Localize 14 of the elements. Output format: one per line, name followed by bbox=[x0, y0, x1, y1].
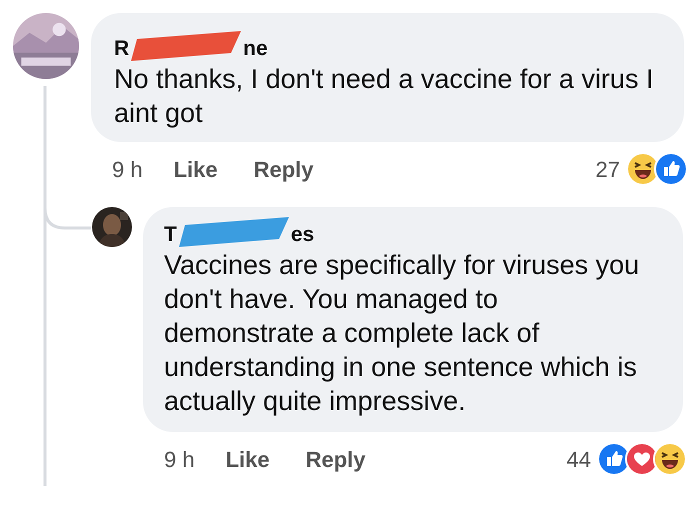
timestamp: 9 h bbox=[112, 156, 143, 184]
comment-text: Vaccines are specifically for viruses you don't have. You managed to demonstrate a complete lack of understanding in one sentence which is actually quite impressive. bbox=[164, 249, 640, 418]
reaction-count[interactable]: 27 bbox=[596, 152, 620, 186]
comment-text: No thanks, I don't need a vaccine for a virus I aint got bbox=[114, 63, 654, 130]
author-name[interactable]: es bbox=[290, 224, 314, 245]
author-name[interactable]: ne bbox=[243, 38, 268, 59]
like-link[interactable]: Like bbox=[174, 152, 218, 186]
author-name[interactable]: R bbox=[114, 38, 130, 59]
reply-link[interactable]: Reply bbox=[306, 442, 366, 476]
like-link[interactable]: Like bbox=[226, 442, 270, 476]
author-name[interactable]: T bbox=[164, 224, 177, 245]
reply-link[interactable]: Reply bbox=[254, 152, 314, 186]
reaction-count[interactable]: 44 bbox=[566, 442, 591, 476]
timestamp: 9 h bbox=[164, 446, 195, 474]
